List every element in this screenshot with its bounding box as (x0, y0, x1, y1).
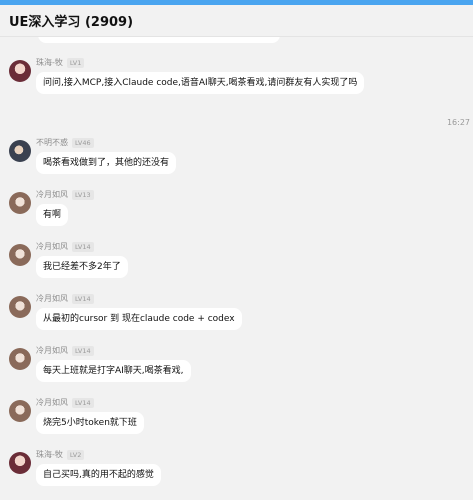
avatar[interactable] (9, 140, 31, 162)
level-badge: LV13 (72, 189, 94, 200)
avatar[interactable] (9, 296, 31, 318)
avatar[interactable] (9, 400, 31, 422)
avatar[interactable] (9, 452, 31, 474)
sender-name[interactable]: 不明不惑 (36, 137, 68, 148)
level-badge: LV14 (72, 397, 94, 408)
message-bubble[interactable]: 自己买吗,真的用不起的感觉 (36, 464, 161, 486)
sender-name[interactable]: 冷月如风 (36, 397, 68, 408)
avatar[interactable] (9, 192, 31, 214)
sender-name[interactable]: 珠海-牧 (36, 449, 63, 460)
chat-header: UE深入学习 (2909) (0, 5, 473, 37)
message-bubble[interactable]: 喝茶看戏做到了，其他的还没有 (36, 152, 177, 174)
avatar[interactable] (9, 60, 31, 82)
message-bubble[interactable]: 每天上班就是打字AI聊天,喝茶看戏, (36, 360, 191, 382)
message-list[interactable]: 珠海-牧 LV1 问问,接入MCP,接入Claude code,语音AI聊天,喝… (0, 37, 473, 500)
level-badge: LV2 (66, 449, 85, 460)
level-badge: LV14 (72, 345, 94, 356)
message-bubble[interactable]: 有啊 (36, 204, 69, 226)
level-badge: LV46 (72, 137, 94, 148)
avatar[interactable] (9, 244, 31, 266)
message-bubble[interactable]: 烧完5小时token就下班 (36, 412, 144, 434)
sender-name[interactable]: 冷月如风 (36, 241, 68, 252)
level-badge: LV1 (66, 57, 85, 68)
group-title: UE深入学习 (2909) (9, 15, 134, 30)
message-bubble[interactable]: 我已经差不多2年了 (36, 256, 128, 278)
sender-name[interactable]: 冷月如风 (36, 189, 68, 200)
sender-name[interactable]: 珠海-牧 (36, 57, 63, 68)
sender-name[interactable]: 冷月如风 (36, 345, 68, 356)
level-badge: LV14 (72, 293, 94, 304)
message-bubble[interactable]: 问问,接入MCP,接入Claude code,语音AI聊天,喝茶看戏,请问群友有… (36, 72, 365, 94)
sender-name[interactable]: 冷月如风 (36, 293, 68, 304)
message-bubble[interactable]: 从最初的cursor 到 现在claude code + codex (36, 308, 242, 330)
avatar[interactable] (9, 348, 31, 370)
level-badge: LV14 (72, 241, 94, 252)
previous-message-bubble (38, 37, 280, 43)
time-separator: 16:27 (446, 118, 470, 127)
